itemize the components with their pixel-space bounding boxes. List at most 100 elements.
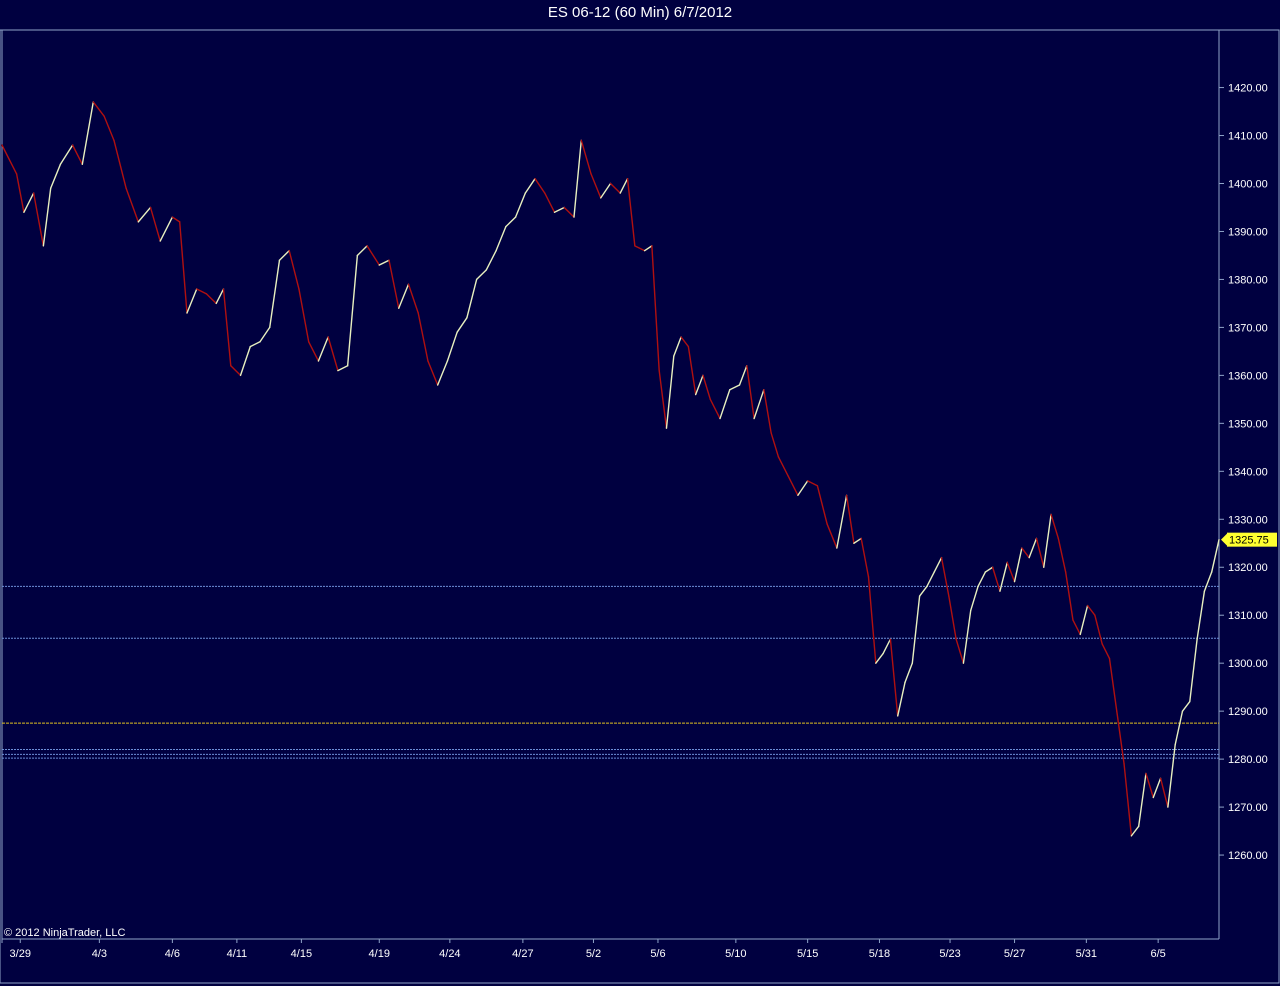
price-segment [1108,657,1118,712]
y-tick-label: 1370.00 [1228,322,1268,334]
y-tick-label: 1390.00 [1228,226,1268,238]
price-segment [446,331,458,362]
x-tick-label: 5/31 [1076,948,1097,960]
outer-frame [0,29,1280,984]
price-segment [882,638,892,655]
price-segment [222,288,232,367]
y-tick-label: 1420.00 [1228,83,1268,95]
y-tick-label: 1330.00 [1228,514,1268,526]
price-segment [999,561,1008,592]
x-tick-label: 4/3 [92,948,107,960]
copyright-notice: © 2012 NinjaTrader, LLC [4,927,126,939]
price-segment [215,288,225,305]
price-segment [1079,604,1089,636]
price-segment [407,283,419,314]
x-tick-label: 5/27 [1004,948,1025,960]
price-segment [42,187,52,247]
price-segment [186,288,198,314]
price-segment [249,341,261,348]
price-segment [702,374,711,401]
y-tick-label: 1410.00 [1228,131,1268,143]
x-tick-label: 5/18 [869,948,890,960]
price-segment [553,206,565,213]
price-segment [940,556,950,597]
price-segment [1013,547,1023,583]
y-tick-label: 1270.00 [1228,802,1268,814]
y-tick-label: 1340.00 [1228,466,1268,478]
y-tick-label: 1320.00 [1228,562,1268,574]
y-tick-label: 1310.00 [1228,610,1268,622]
price-segment [609,182,621,194]
price-segment [1196,590,1206,640]
price-segment [826,523,838,549]
price-segment [1057,537,1067,573]
x-tick-label: 5/6 [650,948,665,960]
price-segment [797,480,809,496]
price-segment [356,245,368,257]
price-segment [71,144,84,166]
price-segment [113,139,127,189]
price-segment [904,662,914,684]
price-segment [634,245,646,252]
price-segment [991,566,1001,592]
y-tick-label: 1360.00 [1228,370,1268,382]
price-segment [417,312,429,362]
y-tick-label: 1380.00 [1228,274,1268,286]
price-segment [867,576,877,664]
last-price-arrow [1221,532,1228,547]
price-segment [777,456,789,477]
price-segment [918,585,928,597]
price-segment [1050,513,1060,540]
x-tick-label: 5/15 [797,948,818,960]
price-segment [770,432,780,458]
price-segment [524,178,536,194]
price-segment [159,216,174,242]
price-segment [456,317,468,333]
price-segment [49,163,62,189]
price-segment [970,585,979,612]
x-tick-label: 5/2 [586,948,601,960]
y-tick-label: 1350.00 [1228,418,1268,430]
x-tick-label: 5/10 [725,948,746,960]
price-segment [259,326,271,343]
price-segment [680,336,690,348]
price-segment [729,384,741,391]
price-segment [23,192,35,213]
price-segment [485,249,497,271]
price-segment [205,293,217,305]
price-segment [1137,772,1147,827]
x-tick-label: 4/24 [439,948,460,960]
price-segment [1043,513,1052,568]
price-chart[interactable]: 1420.00 1410.00 1400.00 1390.00 1380.00 1370.… [0,0,1280,986]
price-segment [746,365,755,420]
price-segment [962,609,972,664]
price-segment [1130,825,1140,837]
chart-window: 1420.00 1410.00 1400.00 1390.00 1380.00 1370.… [0,0,1280,986]
x-tick-label: 4/19 [369,948,390,960]
x-tick-label: 4/6 [165,948,180,960]
price-segment [619,178,629,194]
price-segment [1167,744,1176,808]
price-segment [787,475,799,496]
price-segment [346,254,359,367]
x-tick-label: 5/23 [939,948,960,960]
price-segment [853,537,862,544]
price-segment [1123,763,1133,837]
price-segment [1006,561,1016,583]
price-segment [984,566,994,573]
price-segment [544,192,556,213]
price-segment [32,192,45,247]
price-segment [860,537,870,578]
price-segment [600,182,612,199]
price-segment [1,144,18,175]
price-segment [658,369,668,429]
price-segment [317,336,329,362]
price-segment [125,187,140,223]
price-segment [1145,772,1154,799]
price-segment [694,374,704,396]
price-segment [753,389,765,420]
price-segment [514,192,527,218]
price-segment [836,494,848,549]
price-segment [626,178,636,247]
price-segment [230,365,242,377]
